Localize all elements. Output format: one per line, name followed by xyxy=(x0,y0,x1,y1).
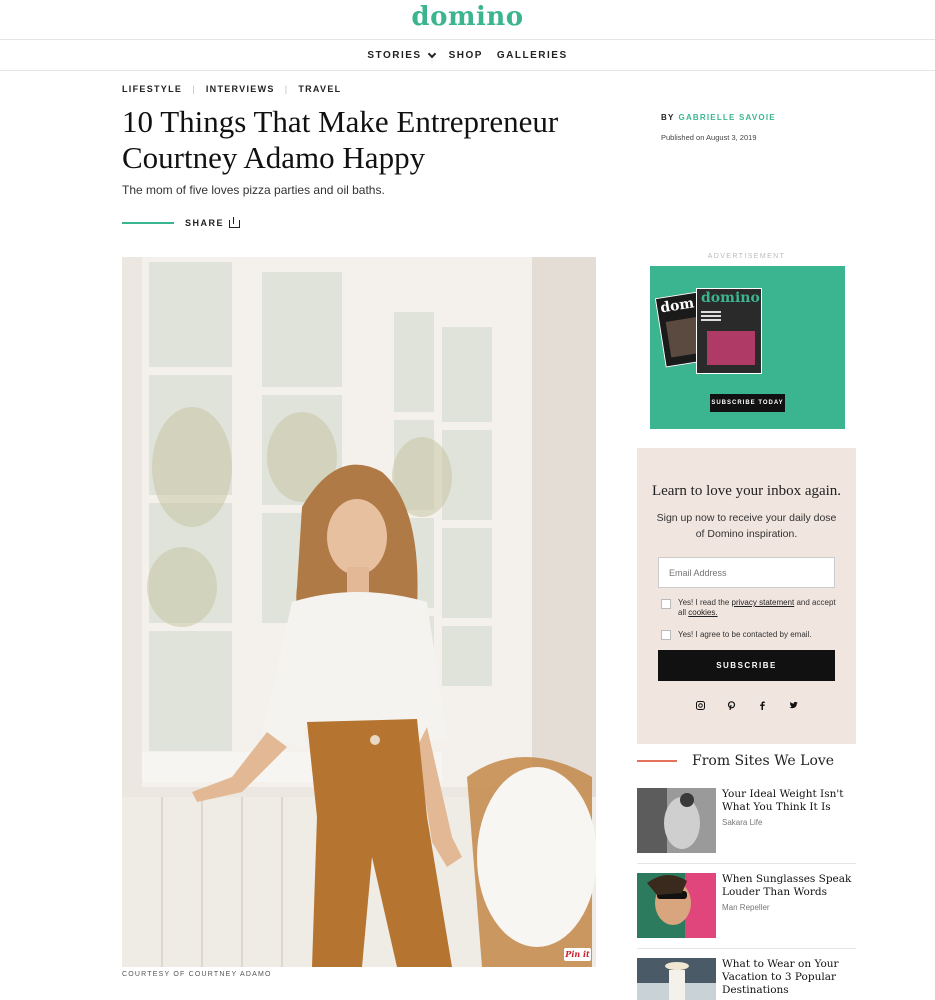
article-title: 10 Things That Make Entrepreneur Courtne… xyxy=(122,104,559,175)
share-rule xyxy=(122,222,174,224)
nav-item-label: SHOP xyxy=(448,49,483,61)
story-title[interactable]: Your Ideal Weight Isn't What You Think I… xyxy=(722,788,856,814)
category-link-travel[interactable]: TRAVEL xyxy=(298,84,341,94)
nav-item-label: GALLERIES xyxy=(496,49,568,61)
privacy-consent-checkbox[interactable] xyxy=(661,599,671,609)
ad-label: ADVERTISEMENT xyxy=(707,253,786,260)
newsletter-subtext: Sign up now to receive your daily dose o… xyxy=(656,512,837,540)
by-label: BY xyxy=(661,113,675,122)
section-title: From Sites We Love xyxy=(692,753,835,769)
twitter-icon[interactable] xyxy=(788,701,798,710)
list-item[interactable]: What to Wear on Your Vacation to 3 Popul… xyxy=(637,958,856,1000)
email-consent-checkbox[interactable] xyxy=(661,630,671,640)
nav-item-stories[interactable]: STORIES xyxy=(367,49,436,61)
site-logo[interactable]: domino xyxy=(0,2,935,32)
list-item[interactable]: Your Ideal Weight Isn't What You Think I… xyxy=(637,788,856,854)
story-source: Sakara Life xyxy=(722,818,763,827)
section-rule xyxy=(637,760,677,762)
magazine-cover-front: domino xyxy=(696,288,762,374)
cookies-link[interactable]: cookies. xyxy=(688,608,717,617)
story-title[interactable]: When Sunglasses Speak Louder Than Words xyxy=(722,873,856,899)
story-source: Man Repeller xyxy=(722,903,770,912)
hero-photo xyxy=(122,257,596,967)
subscribe-button[interactable]: SUBSCRIBE xyxy=(658,650,835,681)
story-title[interactable]: What to Wear on Your Vacation to 3 Popul… xyxy=(722,958,856,997)
facebook-icon[interactable] xyxy=(758,701,767,710)
pin-it-button[interactable]: Pin it xyxy=(564,948,591,961)
consent-text: Yes! I read the xyxy=(678,598,730,607)
article-dek: The mom of five loves pizza parties and … xyxy=(122,183,385,197)
from-sites-header: From Sites We Love xyxy=(637,753,834,769)
nav-item-shop[interactable]: SHOP xyxy=(449,50,483,61)
site-header: domino xyxy=(0,0,935,40)
divider xyxy=(637,863,856,864)
author-link[interactable]: GABRIELLE SAVOIE xyxy=(679,113,776,122)
nav-item-label: STORIES xyxy=(367,49,422,61)
magazine-photo xyxy=(707,331,755,365)
story-thumbnail[interactable] xyxy=(637,788,716,853)
divider: | xyxy=(192,84,196,94)
social-links xyxy=(637,701,856,710)
magazine-cover-lines xyxy=(701,311,721,313)
privacy-consent-label: Yes! I read the privacy statement and ac… xyxy=(678,598,838,618)
nav-item-galleries[interactable]: GALLERIES xyxy=(497,50,568,61)
share-button[interactable]: SHARE xyxy=(185,218,224,228)
category-tags: LIFESTYLE | INTERVIEWS | TRAVEL xyxy=(122,84,341,94)
category-link-interviews[interactable]: INTERVIEWS xyxy=(206,84,275,94)
byline: BY GABRIELLE SAVOIE xyxy=(661,113,776,122)
story-thumbnail[interactable] xyxy=(637,873,716,938)
share-bar: SHARE xyxy=(122,217,241,228)
story-thumbnail[interactable] xyxy=(637,958,716,1000)
privacy-statement-link[interactable]: privacy statement xyxy=(732,598,795,607)
subscription-ad[interactable]: dom domino SUBSCRIBE TODAY xyxy=(650,266,845,429)
newsletter-signup: Learn to love your inbox again. Sign up … xyxy=(637,448,856,744)
divider xyxy=(637,948,856,949)
publish-date: Published on August 3, 2019 xyxy=(661,133,757,142)
magazine-logo: dom xyxy=(659,295,696,317)
photo-credit: COURTESY OF COURTNEY ADAMO xyxy=(122,971,272,978)
pinterest-icon[interactable] xyxy=(727,701,736,710)
main-nav: STORIES SHOP GALLERIES xyxy=(0,40,935,71)
share-icon[interactable] xyxy=(229,217,241,228)
email-consent-label: Yes! I agree to be contacted by email. xyxy=(678,630,812,639)
subscribe-today-button[interactable]: SUBSCRIBE TODAY xyxy=(710,394,785,412)
magazine-logo: domino xyxy=(701,290,760,306)
instagram-icon[interactable] xyxy=(695,701,705,710)
category-link-lifestyle[interactable]: LIFESTYLE xyxy=(122,84,182,94)
divider: | xyxy=(284,84,289,94)
email-field[interactable] xyxy=(658,557,835,588)
list-item[interactable]: When Sunglasses Speak Louder Than Words … xyxy=(637,873,856,939)
chevron-down-icon xyxy=(427,49,436,58)
newsletter-heading: Learn to love your inbox again. xyxy=(651,483,842,499)
